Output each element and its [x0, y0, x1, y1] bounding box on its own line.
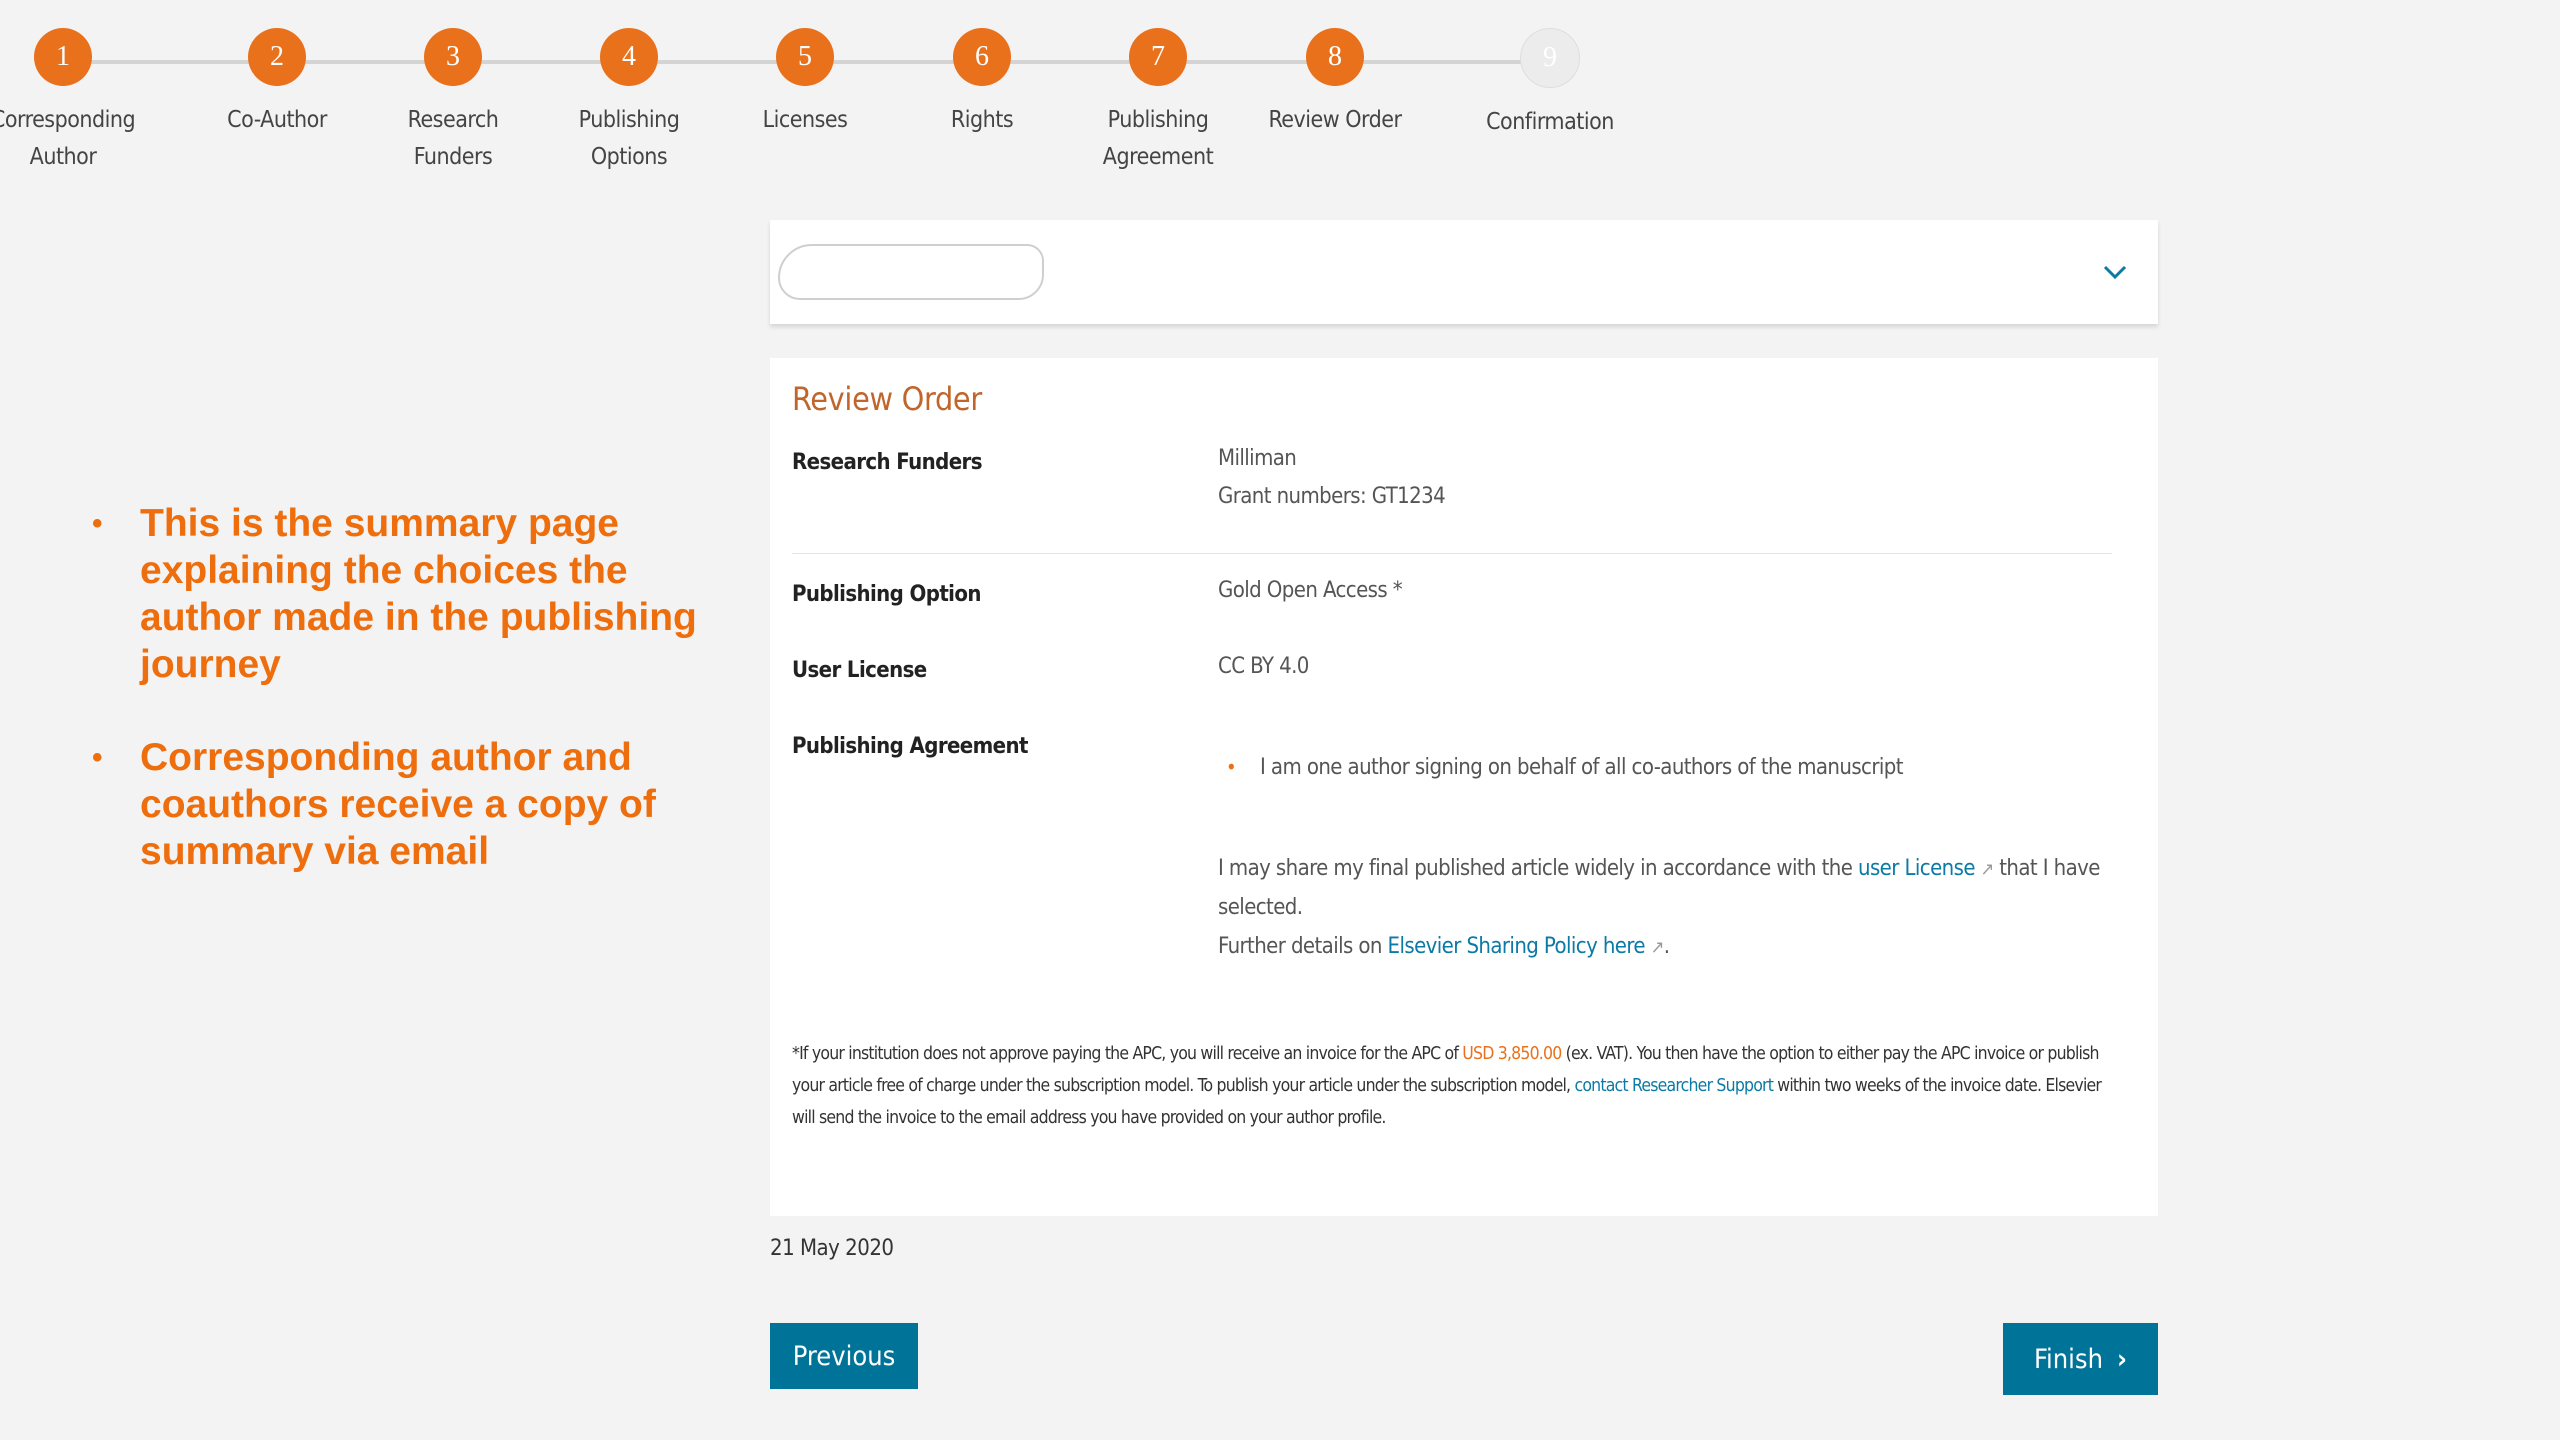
publishing-agreement-label: Publishing Agreement: [792, 734, 1028, 759]
step-4[interactable]: 4 Publishing Options: [529, 28, 729, 176]
submission-date: 21 May 2020: [770, 1236, 894, 1261]
step-label: Publishing Agreement: [1102, 107, 1214, 170]
step-circle: 1: [34, 28, 92, 86]
apc-price: USD 3,850.00: [1462, 1044, 1562, 1064]
user-license-label: User License: [792, 658, 927, 683]
chevron-down-icon[interactable]: [2100, 256, 2130, 286]
grant-numbers: Grant numbers: GT1234: [1218, 484, 1446, 509]
external-link-icon: ↗: [1980, 859, 1995, 880]
funder-name: Milliman: [1218, 446, 1297, 471]
step-circle: 2: [248, 28, 306, 86]
chevron-right-icon: ›: [2116, 1343, 2127, 1375]
step-circle: 6: [953, 28, 1011, 86]
step-label: Confirmation: [1486, 109, 1614, 135]
finish-button-label: Finish: [2034, 1343, 2103, 1375]
step-5[interactable]: 5 Licenses: [705, 28, 905, 139]
step-label: Review Order: [1268, 107, 1402, 133]
step-7[interactable]: 7 Publishing Agreement: [1058, 28, 1258, 176]
finish-button[interactable]: Finish ›: [2003, 1323, 2158, 1395]
publishing-option-value: Gold Open Access *: [1218, 578, 1403, 603]
step-3[interactable]: 3 Research Funders: [353, 28, 553, 176]
step-label: Publishing Options: [578, 107, 680, 170]
user-license-link[interactable]: user License: [1858, 856, 1975, 881]
explanation-notes: • This is the summary page explaining th…: [90, 500, 700, 921]
sharing-policy-statement: Further details on Elsevier Sharing Poli…: [1218, 934, 1670, 959]
apc-disclaimer: *If your institution does not approve pa…: [792, 1044, 2102, 1128]
bullet-icon: •: [92, 507, 103, 540]
step-circle: 4: [600, 28, 658, 86]
research-funders-value: Milliman Grant numbers: GT1234: [1218, 440, 1446, 516]
review-order-title: Review Order: [792, 380, 982, 418]
article-summary-card[interactable]: [770, 220, 2158, 324]
publishing-option-label: Publishing Option: [792, 582, 981, 607]
bullet-icon: •: [92, 741, 103, 774]
contact-support-link[interactable]: contact Researcher Support: [1574, 1076, 1773, 1096]
step-2[interactable]: 2 Co-Author: [177, 28, 377, 139]
note-item: • Corresponding author and coauthors rec…: [92, 736, 656, 873]
step-circle: 8: [1306, 28, 1364, 86]
chevron-down-icon-svg: [2103, 265, 2127, 280]
user-license-value: CC BY 4.0: [1218, 654, 1309, 679]
bullet-icon: •: [1226, 755, 1237, 779]
research-funders-label: Research Funders: [792, 450, 982, 475]
step-label: Rights: [950, 107, 1014, 133]
publishing-agreement-bullet: • I am one author signing on behalf of al…: [1226, 755, 1903, 780]
step-circle: 7: [1129, 28, 1187, 86]
sharing-policy-link[interactable]: Elsevier Sharing Policy here: [1388, 934, 1646, 959]
step-circle: 9: [1520, 28, 1580, 88]
step-circle: 3: [424, 28, 482, 86]
review-order-card: Review Order Research Funders Milliman G…: [770, 358, 2158, 1216]
divider: [792, 553, 2112, 554]
step-1[interactable]: 1 Corresponding Author: [0, 28, 163, 176]
redacted-article-title: [778, 244, 1044, 300]
step-label: Licenses: [762, 107, 848, 133]
step-circle: 5: [776, 28, 834, 86]
sharing-statement: I may share my final published article w…: [1218, 856, 2100, 920]
note-item: • This is the summary page explaining th…: [92, 502, 697, 686]
step-label: Co-Author: [227, 107, 327, 133]
step-8[interactable]: 8 Review Order: [1235, 28, 1435, 139]
external-link-icon: ↗: [1650, 937, 1665, 958]
step-6[interactable]: 6 Rights: [882, 28, 1082, 139]
step-label: Corresponding Author: [0, 107, 136, 170]
progress-stepper: 1 Corresponding Author 2 Co-Author 3 Res…: [0, 0, 1700, 200]
previous-button[interactable]: Previous: [770, 1323, 918, 1389]
step-label: Research Funders: [407, 107, 499, 170]
step-9: 9 Confirmation: [1450, 28, 1650, 141]
